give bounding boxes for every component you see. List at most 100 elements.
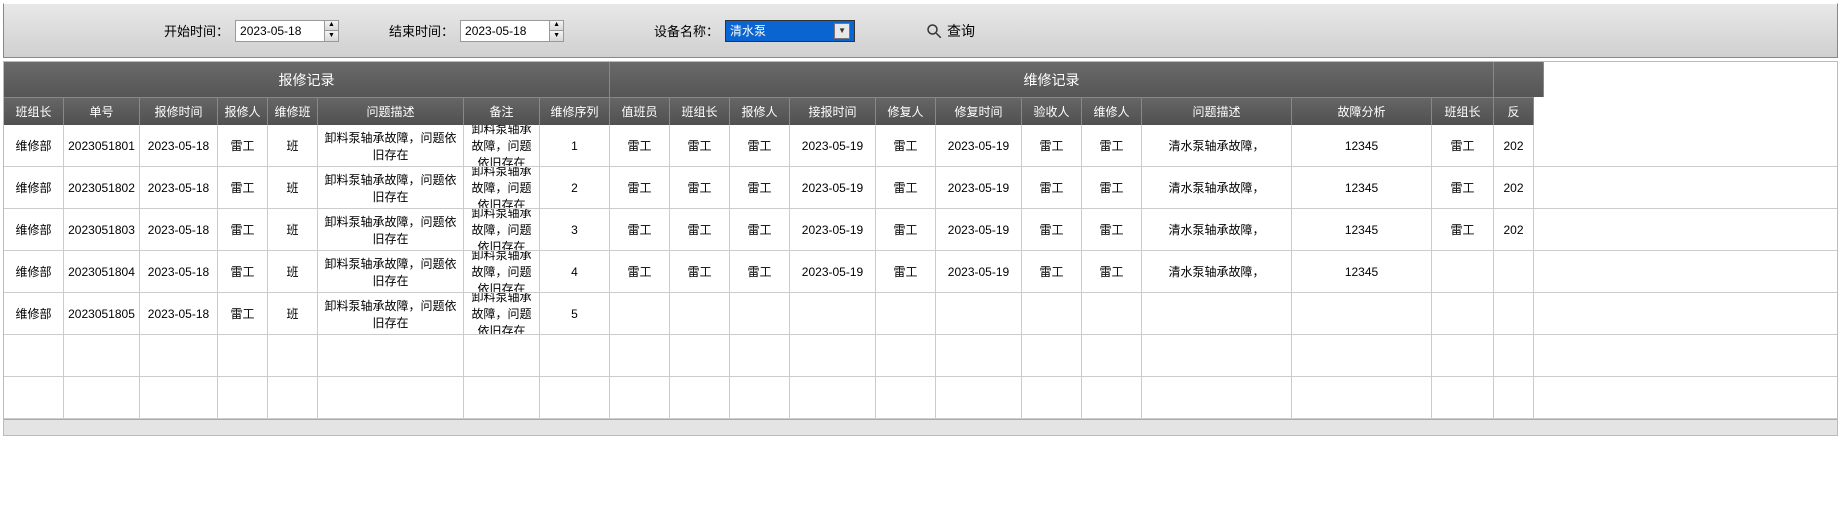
group-header-right: 维修记录 <box>610 62 1494 97</box>
search-button-label: 查询 <box>947 21 975 41</box>
col-header-10[interactable]: 报修人 <box>730 97 790 125</box>
cell: 雷工 <box>670 167 730 208</box>
cell: 卸料泵轴承故障，问题依旧存在 <box>318 167 464 208</box>
col-header-3[interactable]: 报修人 <box>218 97 268 125</box>
col-header-16[interactable]: 问题描述 <box>1142 97 1292 125</box>
cell: 卸料泵轴承故障，问题依旧存在 <box>464 251 540 292</box>
cell: 2023051802 <box>64 167 140 208</box>
device-combo-value: 清水泵 <box>730 22 766 39</box>
cell: 雷工 <box>218 251 268 292</box>
col-header-7[interactable]: 维修序列 <box>540 97 610 125</box>
col-header-15[interactable]: 维修人 <box>1082 97 1142 125</box>
chevron-down-icon[interactable]: ▼ <box>834 23 850 39</box>
cell: 卸料泵轴承故障，问题依旧存在 <box>464 293 540 334</box>
cell: 雷工 <box>1432 125 1494 166</box>
cell <box>1022 293 1082 334</box>
end-date-down[interactable]: ▼ <box>550 31 563 41</box>
cell: 1 <box>540 125 610 166</box>
cell <box>876 293 936 334</box>
cell: 雷工 <box>610 167 670 208</box>
cell: 卸料泵轴承故障，问题依旧存在 <box>318 293 464 334</box>
cell <box>670 377 730 418</box>
cell <box>1494 251 1534 292</box>
col-header-6[interactable]: 备注 <box>464 97 540 125</box>
cell: 雷工 <box>876 251 936 292</box>
col-header-4[interactable]: 维修班 <box>268 97 318 125</box>
col-header-5[interactable]: 问题描述 <box>318 97 464 125</box>
cell: 雷工 <box>876 125 936 166</box>
col-header-1[interactable]: 单号 <box>64 97 140 125</box>
col-header-0[interactable]: 班组长 <box>4 97 64 125</box>
cell <box>610 335 670 376</box>
cell <box>1082 377 1142 418</box>
cell <box>1432 293 1494 334</box>
end-date-up[interactable]: ▲ <box>550 21 563 32</box>
cell: 2023-05-19 <box>790 209 876 250</box>
cell: 2023-05-19 <box>790 167 876 208</box>
cell: 维修部 <box>4 167 64 208</box>
col-header-14[interactable]: 验收人 <box>1022 97 1082 125</box>
cell <box>218 335 268 376</box>
cell: 雷工 <box>1022 125 1082 166</box>
search-button[interactable]: 查询 <box>925 21 975 41</box>
cell <box>1432 377 1494 418</box>
start-date-input[interactable] <box>235 20 325 42</box>
search-icon <box>925 22 943 40</box>
table-row[interactable] <box>4 377 1837 419</box>
cell <box>730 293 790 334</box>
cell: 雷工 <box>218 167 268 208</box>
cell: 12345 <box>1292 167 1432 208</box>
table-row[interactable] <box>4 335 1837 377</box>
cell: 雷工 <box>730 167 790 208</box>
cell <box>64 377 140 418</box>
cell <box>140 335 218 376</box>
cell: 雷工 <box>730 251 790 292</box>
end-date-input[interactable] <box>460 20 550 42</box>
cell: 2023-05-18 <box>140 251 218 292</box>
table-row[interactable]: 维修部20230518012023-05-18雷工班卸料泵轴承故障，问题依旧存在… <box>4 125 1837 167</box>
start-date-up[interactable]: ▲ <box>325 21 338 32</box>
horizontal-scrollbar[interactable] <box>4 419 1837 435</box>
cell <box>540 335 610 376</box>
cell <box>1142 377 1292 418</box>
col-header-9[interactable]: 班组长 <box>670 97 730 125</box>
cell: 2023-05-19 <box>790 251 876 292</box>
cell <box>1142 293 1292 334</box>
cell: 雷工 <box>1082 251 1142 292</box>
data-grid: 报修记录 维修记录 班组长单号报修时间报修人维修班问题描述备注维修序列值班员班组… <box>3 61 1838 436</box>
col-header-19[interactable]: 反 <box>1494 97 1534 125</box>
col-header-8[interactable]: 值班员 <box>610 97 670 125</box>
cell <box>730 377 790 418</box>
cell: 2023051805 <box>64 293 140 334</box>
cell <box>318 335 464 376</box>
table-row[interactable]: 维修部20230518052023-05-18雷工班卸料泵轴承故障，问题依旧存在… <box>4 293 1837 335</box>
device-combo[interactable]: 清水泵 ▼ <box>725 20 855 42</box>
table-row[interactable]: 维修部20230518022023-05-18雷工班卸料泵轴承故障，问题依旧存在… <box>4 167 1837 209</box>
col-header-13[interactable]: 修复时间 <box>936 97 1022 125</box>
cell: 雷工 <box>730 209 790 250</box>
cell <box>540 377 610 418</box>
col-header-12[interactable]: 修复人 <box>876 97 936 125</box>
col-header-18[interactable]: 班组长 <box>1432 97 1494 125</box>
cell: 2023051801 <box>64 125 140 166</box>
col-header-2[interactable]: 报修时间 <box>140 97 218 125</box>
cell: 雷工 <box>730 125 790 166</box>
cell <box>936 377 1022 418</box>
start-date-down[interactable]: ▼ <box>325 31 338 41</box>
end-date-spinner[interactable]: ▲ ▼ <box>460 20 564 42</box>
cell: 维修部 <box>4 293 64 334</box>
start-date-spinner[interactable]: ▲ ▼ <box>235 20 339 42</box>
cell <box>1292 293 1432 334</box>
cell: 清水泵轴承故障， <box>1142 167 1292 208</box>
table-row[interactable]: 维修部20230518042023-05-18雷工班卸料泵轴承故障，问题依旧存在… <box>4 251 1837 293</box>
cell <box>936 335 1022 376</box>
cell <box>790 335 876 376</box>
cell <box>610 293 670 334</box>
table-row[interactable]: 维修部20230518032023-05-18雷工班卸料泵轴承故障，问题依旧存在… <box>4 209 1837 251</box>
cell: 2023-05-18 <box>140 209 218 250</box>
grid-body: 维修部20230518012023-05-18雷工班卸料泵轴承故障，问题依旧存在… <box>4 125 1837 419</box>
cell <box>936 293 1022 334</box>
cell <box>464 377 540 418</box>
col-header-11[interactable]: 接报时间 <box>790 97 876 125</box>
col-header-17[interactable]: 故障分析 <box>1292 97 1432 125</box>
